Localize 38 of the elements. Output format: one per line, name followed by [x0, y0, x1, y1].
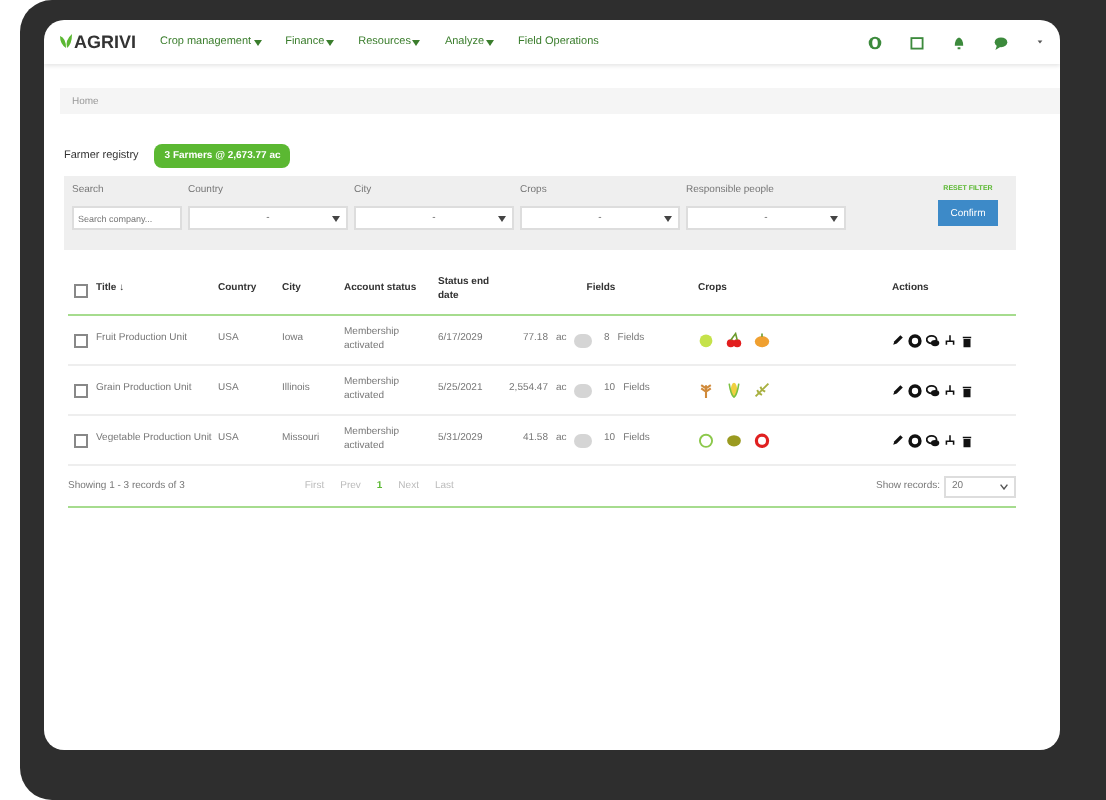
hierarchy-icon: [944, 384, 956, 396]
trash-icon: [960, 433, 974, 447]
bell-icon: [952, 35, 966, 49]
pencil-icon: [892, 384, 904, 396]
potato-icon: [726, 432, 742, 448]
caret-icon: [332, 215, 340, 221]
checkbox[interactable]: [74, 333, 88, 347]
checkbox[interactable]: [74, 283, 88, 297]
agrivi-logo: AGRIVI: [60, 32, 137, 52]
hierarchy-icon: [944, 334, 956, 346]
pencil-icon: [892, 334, 904, 346]
checkbox[interactable]: [74, 383, 88, 397]
chevron-down-icon: [1000, 483, 1008, 489]
trash-icon: [960, 383, 974, 397]
caret-icon: [1036, 38, 1044, 46]
pencil-icon: [892, 434, 904, 446]
comments-icon: [926, 383, 940, 397]
pumpkin-icon: [754, 332, 770, 348]
corn-icon: [726, 382, 742, 398]
gear-icon: [908, 383, 922, 397]
trash-icon: [960, 333, 974, 347]
chat-icon: [994, 35, 1008, 49]
barley-icon: [754, 382, 770, 398]
caret-icon: [830, 215, 838, 221]
apple-icon: [698, 332, 714, 348]
caret-icon: [664, 215, 672, 221]
cherry-icon: [726, 332, 742, 348]
hierarchy-icon: [944, 434, 956, 446]
comments-icon: [926, 333, 940, 347]
cabbage-icon: [698, 432, 714, 448]
gear-icon: [908, 333, 922, 347]
calendar-icon: [910, 35, 924, 49]
checkbox[interactable]: [74, 433, 88, 447]
gear-icon: [908, 433, 922, 447]
comments-icon: [926, 433, 940, 447]
wheat-icon: [698, 382, 714, 398]
tomato-icon: [754, 432, 770, 448]
caret-icon: [498, 215, 506, 221]
